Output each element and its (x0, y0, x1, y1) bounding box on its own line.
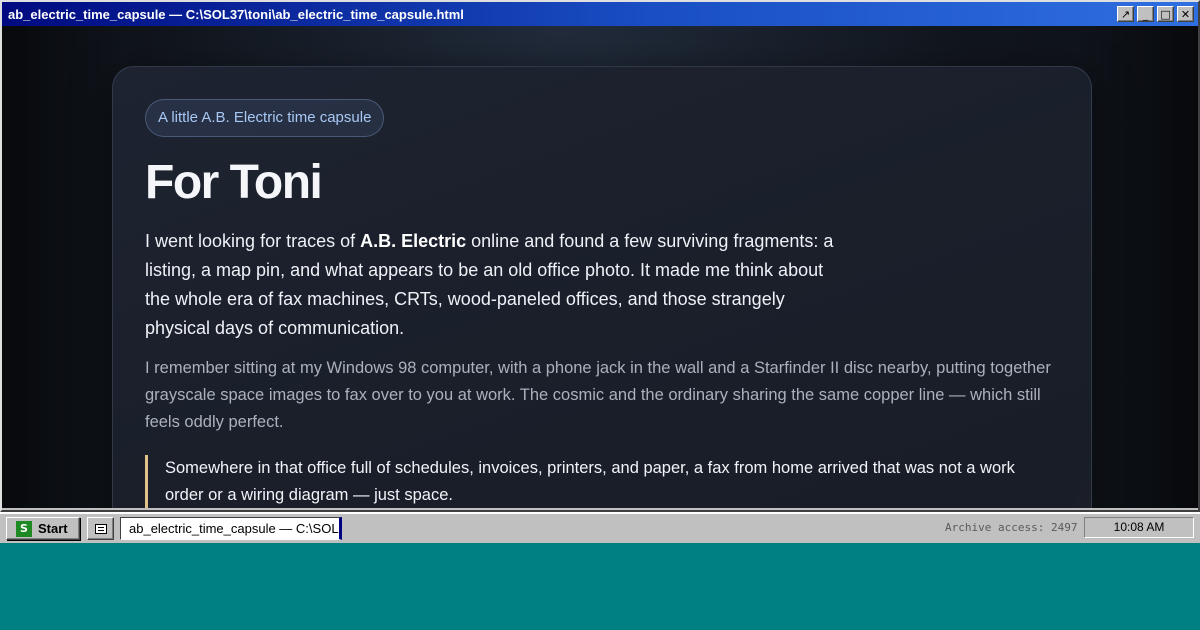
archive-access-counter: Archive access: 2497 (945, 521, 1078, 534)
minimize-button[interactable]: _ (1137, 6, 1154, 22)
start-button[interactable]: S Start (6, 517, 80, 540)
start-label: Start (38, 521, 68, 536)
browser-window: ab_electric_time_capsule — C:\SOL37\toni… (0, 0, 1200, 512)
start-logo-icon: S (16, 520, 32, 537)
window-title: ab_electric_time_capsule — C:\SOL37\toni… (8, 6, 464, 22)
taskbar-clock: 10:08 AM (1084, 517, 1194, 538)
quick-launch-button[interactable] (87, 517, 114, 540)
window-controls: ↗ _ □ ✕ (1117, 6, 1194, 22)
page-viewport[interactable]: A little A.B. Electric time capsule For … (2, 26, 1198, 508)
content-card: A little A.B. Electric time capsule For … (112, 66, 1092, 508)
page-heading: For Toni (145, 156, 323, 209)
fax-quote: Somewhere in that office full of schedul… (145, 455, 1045, 508)
intro-text-start: I went looking for traces of (145, 231, 361, 251)
taskbar: S Start ab_electric_time_capsule — C:\SO… (0, 512, 1200, 543)
intro-pill: A little A.B. Electric time capsule (145, 99, 385, 137)
notepad-icon (94, 523, 107, 534)
company-name: A.B. Electric (360, 231, 467, 251)
restore-arrow-button[interactable]: ↗ (1117, 6, 1134, 22)
taskbar-window-button[interactable]: ab_electric_time_capsule — C:\SOL37\toni… (120, 517, 342, 540)
window-titlebar[interactable]: ab_electric_time_capsule — C:\SOL37\toni… (2, 2, 1198, 26)
close-button[interactable]: ✕ (1177, 6, 1194, 22)
memory-paragraph: I remember sitting at my Windows 98 comp… (145, 359, 1051, 431)
intro-paragraph: I went looking for traces of A.B. Electr… (145, 227, 845, 343)
maximize-button[interactable]: □ (1157, 6, 1174, 22)
